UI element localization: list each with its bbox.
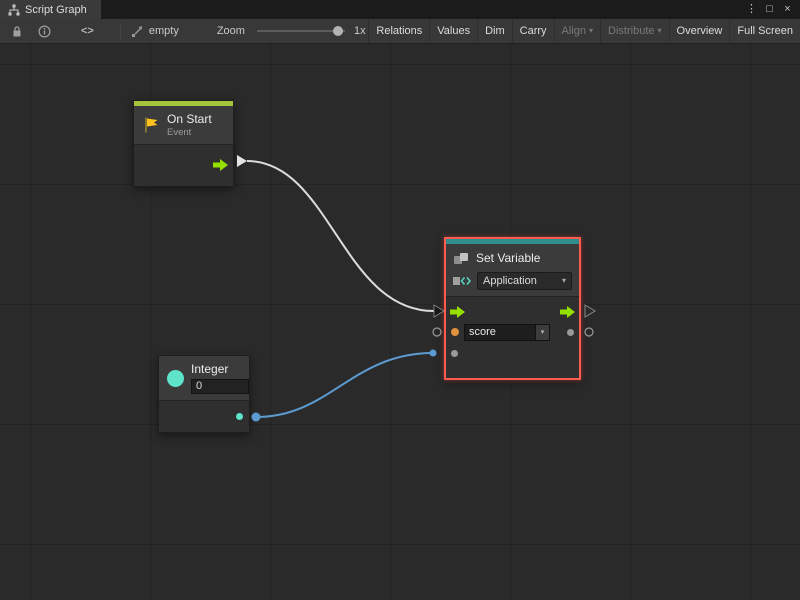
graph-canvas[interactable]: On Start Event Set Variable bbox=[0, 44, 800, 600]
node-set-variable[interactable]: Set Variable Application ▾ bbox=[444, 237, 581, 380]
control-wire[interactable] bbox=[247, 161, 434, 311]
integer-output-port[interactable] bbox=[236, 413, 243, 420]
zoom-label: Zoom bbox=[217, 25, 245, 37]
value-input-port[interactable] bbox=[451, 350, 458, 357]
fullscreen-button[interactable]: Full Screen bbox=[729, 19, 800, 43]
flag-icon bbox=[142, 116, 160, 134]
close-icon[interactable]: × bbox=[780, 0, 795, 19]
value-wire[interactable] bbox=[256, 353, 433, 417]
node-title: Set Variable bbox=[476, 251, 540, 265]
zoom-track bbox=[257, 30, 345, 32]
control-input-port[interactable] bbox=[450, 305, 465, 323]
value-output-port[interactable] bbox=[567, 329, 574, 336]
tab-title: Script Graph bbox=[25, 4, 87, 16]
dim-button[interactable]: Dim bbox=[477, 19, 512, 43]
window-menu-icon[interactable]: ⋮ bbox=[744, 0, 759, 19]
control-output-port[interactable] bbox=[560, 305, 575, 323]
toolbar-divider bbox=[120, 23, 121, 40]
control-wire-start-arrow bbox=[237, 155, 247, 167]
titlebar: Script Graph ⋮ □ × bbox=[0, 0, 800, 19]
zoom-handle[interactable] bbox=[333, 26, 343, 36]
chevron-down-icon: ▾ bbox=[562, 277, 566, 285]
zoom-slider[interactable] bbox=[257, 25, 345, 37]
toolbar-buttons: Relations Values Dim Carry Align▾ Distri… bbox=[368, 19, 800, 43]
lock-icon[interactable] bbox=[12, 25, 22, 38]
script-graph-window: Script Graph ⋮ □ × <> bbox=[0, 0, 800, 600]
node-title: On Start bbox=[167, 112, 212, 126]
variables-icon bbox=[453, 252, 470, 265]
value-wire-start-dot bbox=[252, 413, 261, 422]
variable-name-value[interactable]: score bbox=[465, 325, 535, 340]
node-subtitle: Event bbox=[167, 127, 212, 138]
unconnected-control-triangle bbox=[585, 305, 595, 317]
code-icon[interactable]: <> bbox=[81, 25, 94, 37]
scope-dropdown[interactable]: Application ▾ bbox=[477, 272, 572, 290]
empty-label: empty bbox=[149, 25, 179, 37]
variable-kind-icon bbox=[453, 275, 471, 287]
zoom-value: 1x bbox=[354, 25, 366, 37]
unconnected-input-circle bbox=[433, 328, 441, 336]
maximize-icon[interactable]: □ bbox=[762, 0, 777, 19]
pointer-icon bbox=[131, 25, 144, 38]
control-wire-end-arrow bbox=[434, 305, 444, 317]
values-button[interactable]: Values bbox=[429, 19, 477, 43]
integer-value-field[interactable]: 0 bbox=[191, 379, 249, 394]
overview-button[interactable]: Overview bbox=[669, 19, 730, 43]
graph-icon bbox=[8, 4, 20, 16]
variable-name-dropdown-button[interactable]: ▾ bbox=[535, 325, 549, 340]
value-wire-end-dot bbox=[430, 350, 437, 357]
distribute-button[interactable]: Distribute▾ bbox=[600, 19, 668, 43]
carry-button[interactable]: Carry bbox=[512, 19, 554, 43]
control-output-port[interactable] bbox=[213, 158, 228, 176]
align-button[interactable]: Align▾ bbox=[554, 19, 600, 43]
node-title: Integer bbox=[191, 362, 249, 376]
chevron-down-icon: ▾ bbox=[658, 27, 662, 35]
chevron-down-icon: ▾ bbox=[541, 329, 545, 336]
window-controls: ⋮ □ × bbox=[744, 0, 800, 19]
info-icon[interactable] bbox=[38, 25, 51, 38]
tab-script-graph[interactable]: Script Graph bbox=[0, 0, 101, 19]
relations-button[interactable]: Relations bbox=[368, 19, 429, 43]
name-input-port[interactable] bbox=[451, 328, 459, 336]
unconnected-output-circle bbox=[585, 328, 593, 336]
variable-name-field[interactable]: score ▾ bbox=[464, 324, 550, 341]
integer-type-icon bbox=[167, 370, 184, 387]
chevron-down-icon: ▾ bbox=[589, 27, 593, 35]
toolbar: <> empty Zoom 1x Relations Values Dim Ca… bbox=[0, 19, 800, 44]
scope-value: Application bbox=[483, 275, 537, 287]
node-integer[interactable]: Integer 0 bbox=[158, 355, 250, 433]
node-on-start[interactable]: On Start Event bbox=[133, 100, 234, 187]
